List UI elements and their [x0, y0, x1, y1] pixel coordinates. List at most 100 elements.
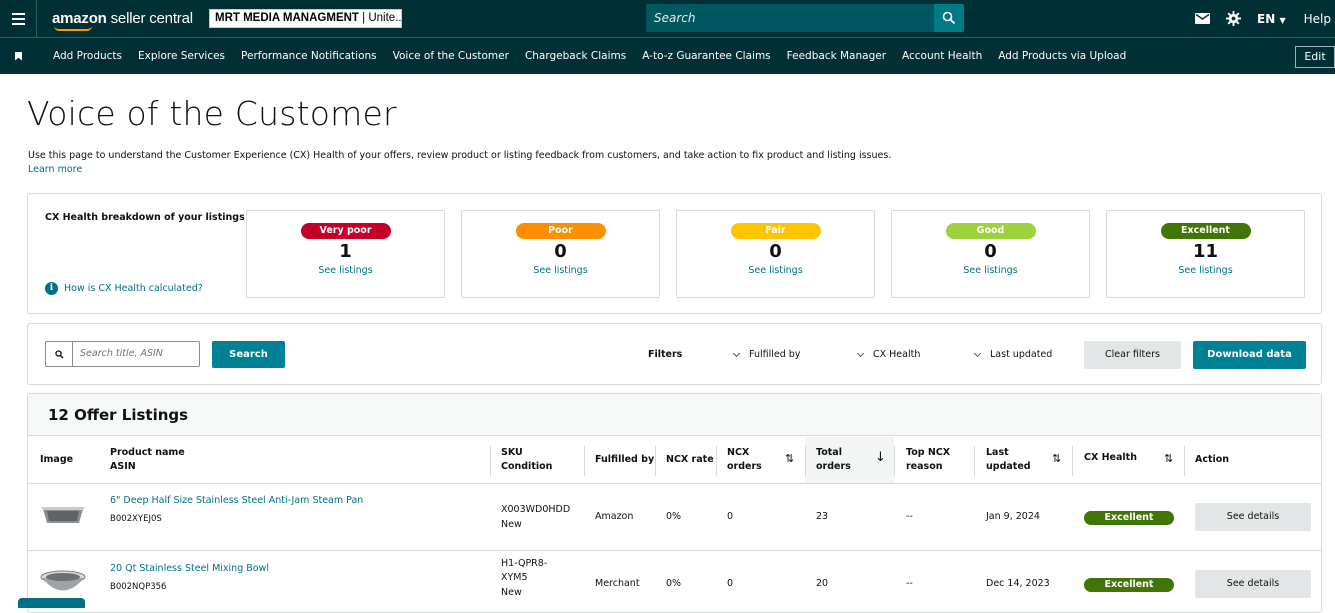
filters-label: Filters: [648, 349, 683, 360]
cx-health-title: CX Health breakdown of your listings: [45, 212, 245, 223]
col-last-updated[interactable]: Last updated: [986, 446, 1031, 474]
mixing-bowl-image[interactable]: [40, 569, 86, 597]
col-top-ncx-reason[interactable]: Top NCX reason: [906, 446, 950, 474]
col-top-ncx-line1: Top NCX: [906, 447, 951, 458]
cx-health-how-link[interactable]: i How is CX Health calculated?: [45, 282, 203, 295]
last-updated: Jan 9, 2024: [986, 511, 1040, 522]
sku: H1-QPR8-: [501, 558, 548, 569]
col-top-ncx-line2: reason: [906, 461, 943, 472]
bookmark-icon[interactable]: [0, 38, 37, 75]
top-ncx-reason: --: [906, 578, 913, 589]
col-product-name-label: Product name: [110, 447, 185, 458]
col-fulfilled-by[interactable]: Fulfilled by: [595, 453, 654, 467]
col-last-updated-line1: Last: [986, 447, 1009, 458]
top-search-input[interactable]: Search: [646, 4, 934, 32]
table-row: 6" Deep Half Size Stainless Steel Anti-J…: [28, 483, 1321, 549]
fulfilled-by-dropdown[interactable]: Fulfilled by: [732, 349, 800, 360]
search-icon: [942, 11, 956, 25]
listings-card: 12 Offer Listings Image Product name ASIN…: [27, 393, 1322, 613]
see-listings-link[interactable]: See listings: [892, 265, 1089, 276]
edit-nav-button[interactable]: Edit: [1295, 46, 1335, 68]
col-ncx-orders-line1: NCX: [727, 447, 750, 458]
cx-health-dropdown[interactable]: CX Health: [856, 349, 921, 360]
gear-icon[interactable]: [1226, 11, 1242, 26]
see-details-button[interactable]: See details: [1195, 570, 1311, 598]
nav-account-health[interactable]: Account Health: [902, 50, 982, 62]
store-name: MRT MEDIA MANAGMENT: [215, 12, 359, 24]
status-badge-very-poor: Very poor: [300, 223, 391, 239]
col-total-orders-line2: orders: [816, 461, 851, 472]
col-condition-label: Condition: [501, 461, 553, 472]
filter-card: Search title, ASIN Search Filters Fulfil…: [27, 323, 1322, 385]
store-selector[interactable]: MRT MEDIA MANAGMENT | Unite...: [209, 9, 402, 28]
amazon-seller-central-logo[interactable]: amazon seller central: [52, 10, 193, 31]
last-updated: Dec 14, 2023: [986, 578, 1050, 589]
sort-icon[interactable]: ⇅: [1164, 452, 1173, 465]
top-ncx-reason: --: [906, 511, 913, 522]
see-listings-link[interactable]: See listings: [677, 265, 874, 276]
last-updated-label: Last updated: [990, 349, 1053, 360]
col-sku[interactable]: SKU Condition: [501, 446, 552, 474]
feedback-tab[interactable]: [18, 598, 85, 608]
col-ncx-orders[interactable]: NCX orders: [727, 446, 762, 474]
col-asin-label: ASIN: [110, 461, 136, 472]
see-details-button[interactable]: See details: [1195, 503, 1311, 531]
nav-feedback-manager[interactable]: Feedback Manager: [787, 50, 886, 62]
product-name-link[interactable]: 6" Deep Half Size Stainless Steel Anti-J…: [110, 494, 363, 508]
nav-add-products-upload[interactable]: Add Products via Upload: [998, 50, 1126, 62]
learn-more-link[interactable]: Learn more: [28, 164, 82, 175]
clear-filters-button[interactable]: Clear filters: [1084, 341, 1181, 369]
product-name-link[interactable]: 20 Qt Stainless Steel Mixing Bowl: [110, 562, 269, 576]
col-image: Image: [40, 454, 74, 465]
ncx-rate: 0%: [666, 511, 682, 522]
nav-performance-notifications[interactable]: Performance Notifications: [241, 50, 377, 62]
nav-voice-of-the-customer[interactable]: Voice of the Customer: [393, 50, 509, 62]
listings-header: [28, 394, 1321, 436]
cx-tile-good: Good 0 See listings: [891, 210, 1090, 298]
cx-health-how-label: How is CX Health calculated?: [64, 283, 203, 294]
page-description: Use this page to understand the Customer…: [28, 150, 892, 161]
sort-icon[interactable]: ⇅: [1052, 452, 1061, 465]
sort-icon[interactable]: ⇅: [785, 452, 794, 465]
ncx-orders: 0: [727, 511, 734, 522]
listing-search-input[interactable]: Search title, ASIN: [45, 341, 200, 367]
status-badge-excellent: Excellent: [1160, 223, 1251, 239]
status-badge: Excellent: [1084, 578, 1174, 592]
col-last-updated-line2: updated: [986, 461, 1031, 472]
language-selector[interactable]: EN ▼: [1257, 12, 1286, 26]
help-link[interactable]: Help: [1304, 12, 1331, 26]
col-ncx-orders-line2: orders: [727, 461, 762, 472]
fulfilled-by: Merchant: [595, 578, 640, 589]
nav-add-products[interactable]: Add Products: [53, 50, 122, 62]
download-data-button[interactable]: Download data: [1193, 341, 1306, 369]
steam-pan-image[interactable]: [40, 501, 86, 529]
menu-icon[interactable]: [0, 0, 37, 37]
nav-explore-services[interactable]: Explore Services: [138, 50, 225, 62]
col-ncx-rate[interactable]: NCX rate: [666, 453, 714, 467]
condition: New: [501, 587, 522, 598]
nav-chargeback-claims[interactable]: Chargeback Claims: [525, 50, 626, 62]
arrow-down-icon[interactable]: ↓: [875, 450, 886, 465]
see-listings-link[interactable]: See listings: [462, 265, 659, 276]
status-badge: Excellent: [1084, 511, 1174, 525]
cx-health-card: CX Health breakdown of your listings i H…: [27, 193, 1322, 314]
col-cx-health[interactable]: CX Health: [1084, 451, 1137, 465]
search-button[interactable]: Search: [212, 341, 285, 368]
tile-count: 0: [554, 241, 567, 262]
see-listings-link[interactable]: See listings: [1107, 265, 1304, 276]
see-listings-link[interactable]: See listings: [247, 265, 444, 276]
last-updated-dropdown[interactable]: Last updated: [973, 349, 1053, 360]
cx-health-label: CX Health: [873, 349, 921, 360]
mail-icon[interactable]: [1195, 13, 1211, 24]
logo-sub: seller central: [110, 10, 193, 27]
search-icon: [46, 342, 73, 366]
nav-a-to-z-claims[interactable]: A-to-z Guarantee Claims: [642, 50, 770, 62]
column-divider: [1184, 446, 1185, 476]
col-total-orders-line1: Total: [816, 447, 842, 458]
col-product-name[interactable]: Product name ASIN: [110, 446, 185, 474]
col-total-orders[interactable]: Total orders: [816, 446, 851, 474]
status-badge-fair: Fair: [730, 223, 821, 239]
col-sku-label: SKU: [501, 447, 523, 458]
column-divider: [716, 446, 717, 476]
top-search-button[interactable]: [934, 4, 964, 32]
